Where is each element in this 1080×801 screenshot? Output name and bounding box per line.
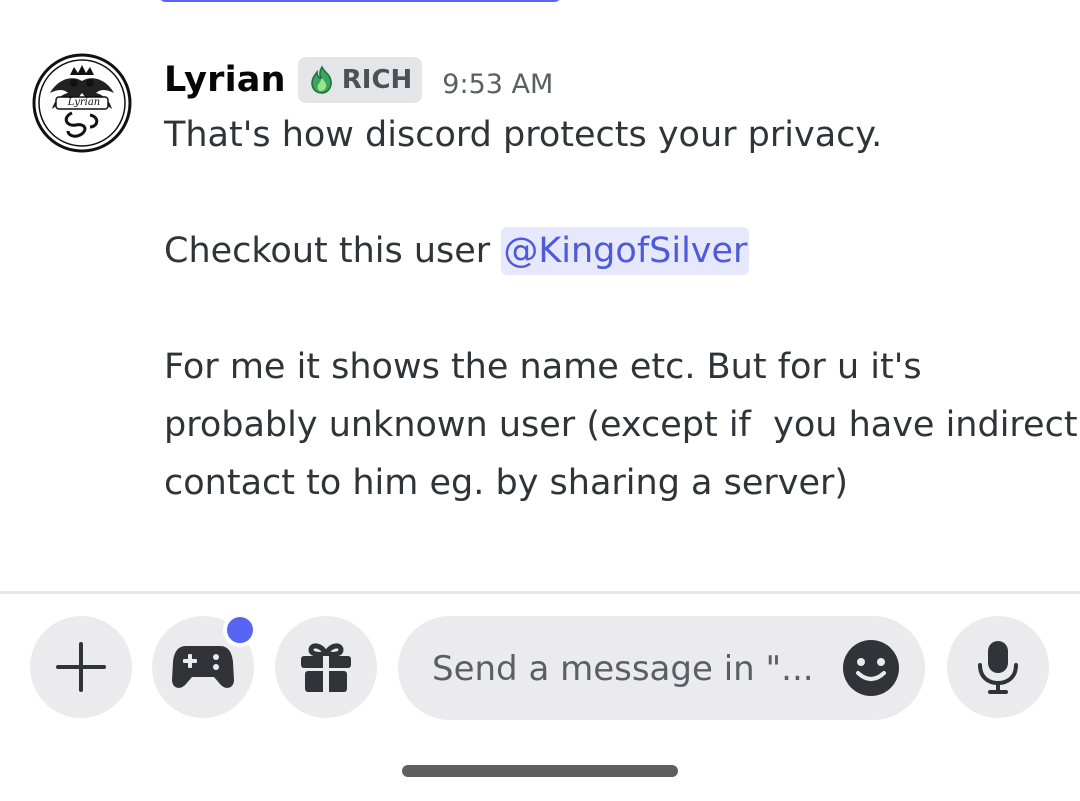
add-attachment-button[interactable] [30,616,132,718]
notification-dot [223,613,257,647]
microphone-icon [978,641,1018,694]
message-input[interactable] [430,616,834,722]
composer-divider [0,591,1080,594]
avatar[interactable]: Lyrian [32,53,132,153]
guild-tag-label: RICH [341,65,413,95]
gift-button[interactable] [275,616,377,718]
gift-icon [301,643,351,692]
message-input-container[interactable] [398,616,925,722]
chat-message[interactable]: Lyrian Lyrian RICH 9:53 AM That's how di… [0,50,1080,550]
message-line: For me it shows the name etc. But for u … [164,347,922,387]
smiley-icon [843,640,899,696]
guild-tag-badge[interactable]: RICH [297,57,423,103]
gamepad-icon [172,646,234,688]
activities-button[interactable] [152,613,257,718]
flame-icon [310,65,332,94]
message-line: That's how discord protects your privacy… [164,115,883,155]
message-line: Checkout this user @KingofSilver [164,222,1064,280]
message-header: Lyrian RICH 9:53 AM [164,50,1064,110]
message-composer [0,613,1080,722]
voice-message-button[interactable] [947,616,1049,718]
plus-icon [56,642,106,692]
user-mention[interactable]: @KingofSilver [501,227,750,275]
home-indicator[interactable] [402,765,678,777]
emoji-button[interactable] [842,639,900,697]
previous-message-embed-edge [160,0,560,2]
author-name[interactable]: Lyrian [164,60,286,100]
message-body: That's how discord protects your privacy… [164,106,1078,512]
message-content: Lyrian RICH 9:53 AM That's how discord p… [164,50,1078,512]
message-timestamp: 9:53 AM [442,68,554,100]
message-line: contact to him eg. by sharing a server) [164,463,849,503]
message-line: probably unknown user (except if you hav… [164,405,1078,445]
message-text: Checkout this user [164,231,502,271]
avatar-banner-text: Lyrian [67,97,101,108]
